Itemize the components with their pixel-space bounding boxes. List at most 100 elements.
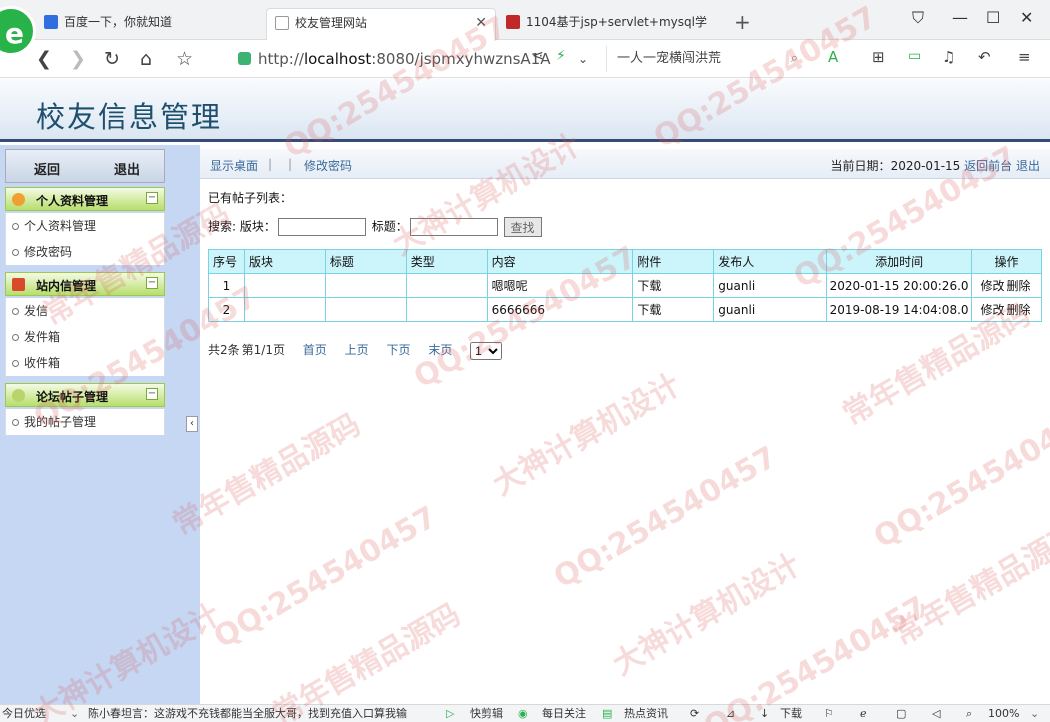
cell-content: 嗯嗯呢 <box>486 273 634 298</box>
refresh-icon[interactable]: ↻ <box>104 48 120 70</box>
zoom-icon[interactable]: ⌕ <box>966 705 972 722</box>
pin-icon[interactable]: ⊿ <box>726 705 735 722</box>
collapse-group-icon[interactable]: − <box>146 277 158 289</box>
refresh-icon[interactable]: ⟳ <box>690 705 699 722</box>
apps-icon[interactable]: ⊞ <box>872 48 885 66</box>
chevron-down-icon[interactable]: ⌄ <box>578 52 588 66</box>
sidebar-item-outbox[interactable]: 发件箱 <box>6 324 164 350</box>
exit-link[interactable]: 退出 <box>1016 159 1040 173</box>
search-icon[interactable]: ⌕ <box>791 46 798 72</box>
cell-content: 6666666 <box>486 297 634 322</box>
url-input[interactable]: http://localhost:8080/jspmxyhwznsA1A <box>236 46 600 72</box>
sidebar-item-profile[interactable]: 个人资料管理 <box>6 213 164 239</box>
status-item-daily-pick[interactable]: 今日优选 <box>2 705 46 722</box>
first-page-link[interactable]: 首页 <box>303 343 327 357</box>
col-board: 版块 <box>243 249 326 274</box>
group-personal-info[interactable]: 个人资料管理 − <box>5 187 165 211</box>
forward-arrow-icon[interactable]: ❯ <box>70 48 86 70</box>
col-time: 添加时间 <box>826 249 973 274</box>
ie-icon[interactable]: ℯ <box>860 705 867 722</box>
circle-play-icon: ◉ <box>518 707 528 720</box>
cell-author: guanli <box>713 273 828 298</box>
status-item-hot-news[interactable]: 热点资讯 <box>624 705 668 722</box>
site-icon <box>506 15 520 29</box>
title-search-input[interactable] <box>409 218 498 236</box>
page-select[interactable]: 1 <box>470 341 503 360</box>
status-item-quick-edit[interactable]: 快剪辑 <box>470 705 503 722</box>
total-count: 共2条 <box>208 343 240 357</box>
sidebar: 返回 退出 个人资料管理 − 个人资料管理 修改密码 站内信管理 − 发信 发件… <box>0 145 200 705</box>
menu-icon[interactable]: ≡ <box>1018 48 1031 66</box>
sidebar-item-change-password[interactable]: 修改密码 <box>6 239 164 265</box>
back-to-frontend-link[interactable]: 返回前台 <box>964 159 1012 173</box>
collapse-group-icon[interactable]: − <box>146 388 158 400</box>
window-close-icon[interactable]: ✕ <box>1020 8 1033 27</box>
new-tab-icon[interactable]: + <box>734 10 751 34</box>
shirt-icon[interactable]: ⛉ <box>912 8 924 28</box>
show-desktop-link[interactable]: 显示桌面 <box>210 157 258 174</box>
status-news-ticker[interactable]: 陈小春坦言：这游戏不充钱都能当全服大哥，找到充值入口算我输 <box>88 705 407 722</box>
tab-alumni-site[interactable]: 校友管理网站 ✕ <box>266 8 496 40</box>
col-type: 类型 <box>405 249 488 274</box>
prev-page-link[interactable]: 上页 <box>345 343 369 357</box>
battery-icon[interactable]: ▭ <box>908 48 921 64</box>
sidebar-item-send[interactable]: 发信 <box>6 298 164 324</box>
download-link[interactable]: 下载 <box>632 273 715 298</box>
cell-actions: 修改 删除 <box>971 297 1042 322</box>
cell-no: 1 <box>208 273 245 298</box>
star-icon[interactable]: ☆ <box>176 48 193 70</box>
share-icon[interactable]: ⋖ <box>532 48 544 64</box>
minimize-icon[interactable]: — <box>952 8 968 27</box>
chevron-down-icon[interactable]: ⌄ <box>70 705 79 722</box>
edit-link[interactable]: 修改 <box>980 279 1004 293</box>
download-link[interactable]: 下载 <box>632 297 715 322</box>
chevron-down-icon[interactable]: ⌄ <box>1030 705 1039 722</box>
maximize-icon[interactable]: ☐ <box>986 8 1000 27</box>
speaker-icon[interactable]: ◁ <box>932 705 940 722</box>
translate-icon[interactable]: A <box>828 48 838 66</box>
cell-type <box>405 297 488 322</box>
tab-source-label: 1104基于jsp+servlet+mysql学 <box>526 15 707 29</box>
group-messages[interactable]: 站内信管理 − <box>5 272 165 296</box>
toolbar-divider: | <box>268 157 273 171</box>
tab-source-code[interactable]: 1104基于jsp+servlet+mysql学 <box>498 8 728 40</box>
edit-link[interactable]: 修改 <box>980 303 1004 317</box>
sidebar-item-my-posts[interactable]: 我的帖子管理 <box>6 409 164 435</box>
posts-table: 序号 版块 标题 类型 内容 附件 发布人 添加时间 操作 1 嗯嗯呢 下载 g… <box>208 249 1042 322</box>
lightning-icon[interactable]: ⚡ <box>556 48 566 64</box>
status-item-daily-follow[interactable]: 每日关注 <box>542 705 586 722</box>
list-title: 已有帖子列表： <box>208 191 293 205</box>
undo-icon[interactable]: ↶ <box>978 48 991 66</box>
col-no: 序号 <box>208 249 245 274</box>
gear-icon <box>12 193 25 206</box>
back-arrow-icon[interactable]: ❮ <box>36 48 52 70</box>
window-icon[interactable]: ▢ <box>896 705 906 722</box>
url-path: :8080/jspmxyhwznsA1A <box>371 50 551 68</box>
find-button[interactable]: 查找 <box>503 217 542 237</box>
change-password-link[interactable]: 修改密码 <box>304 157 352 174</box>
paw-icon <box>44 15 58 29</box>
sidebar-collapse-icon[interactable]: ‹ <box>186 416 198 432</box>
status-item-download[interactable]: 下载 <box>780 705 802 722</box>
close-icon[interactable]: ✕ <box>475 9 487 37</box>
back-button[interactable]: 返回 <box>34 159 60 178</box>
col-attachment: 附件 <box>632 249 715 274</box>
zoom-level[interactable]: 100% <box>988 705 1019 722</box>
delete-link[interactable]: 删除 <box>1007 303 1031 317</box>
group-messages-title: 站内信管理 <box>36 279 97 293</box>
search-box[interactable]: 一人一宠横闯洪荒 ⌕ <box>606 46 806 72</box>
delete-link[interactable]: 删除 <box>1007 279 1031 293</box>
group-forum-items: 我的帖子管理 <box>5 409 165 435</box>
pagination: 共2条 第1/1页 首页 上页 下页 末页 1 <box>208 341 503 360</box>
home-icon[interactable]: ⌂ <box>140 48 152 70</box>
sidebar-item-inbox[interactable]: 收件箱 <box>6 350 164 376</box>
group-forum[interactable]: 论坛帖子管理 − <box>5 383 165 407</box>
tab-baidu[interactable]: 百度一下，你就知道 <box>36 8 264 40</box>
next-page-link[interactable]: 下页 <box>386 343 410 357</box>
board-search-input[interactable] <box>277 218 366 236</box>
headphones-icon[interactable]: ♫ <box>942 48 955 66</box>
last-page-link[interactable]: 末页 <box>428 343 452 357</box>
collapse-group-icon[interactable]: − <box>146 192 158 204</box>
flag-icon[interactable]: ⚐ <box>824 705 834 722</box>
logout-button[interactable]: 退出 <box>114 159 140 178</box>
